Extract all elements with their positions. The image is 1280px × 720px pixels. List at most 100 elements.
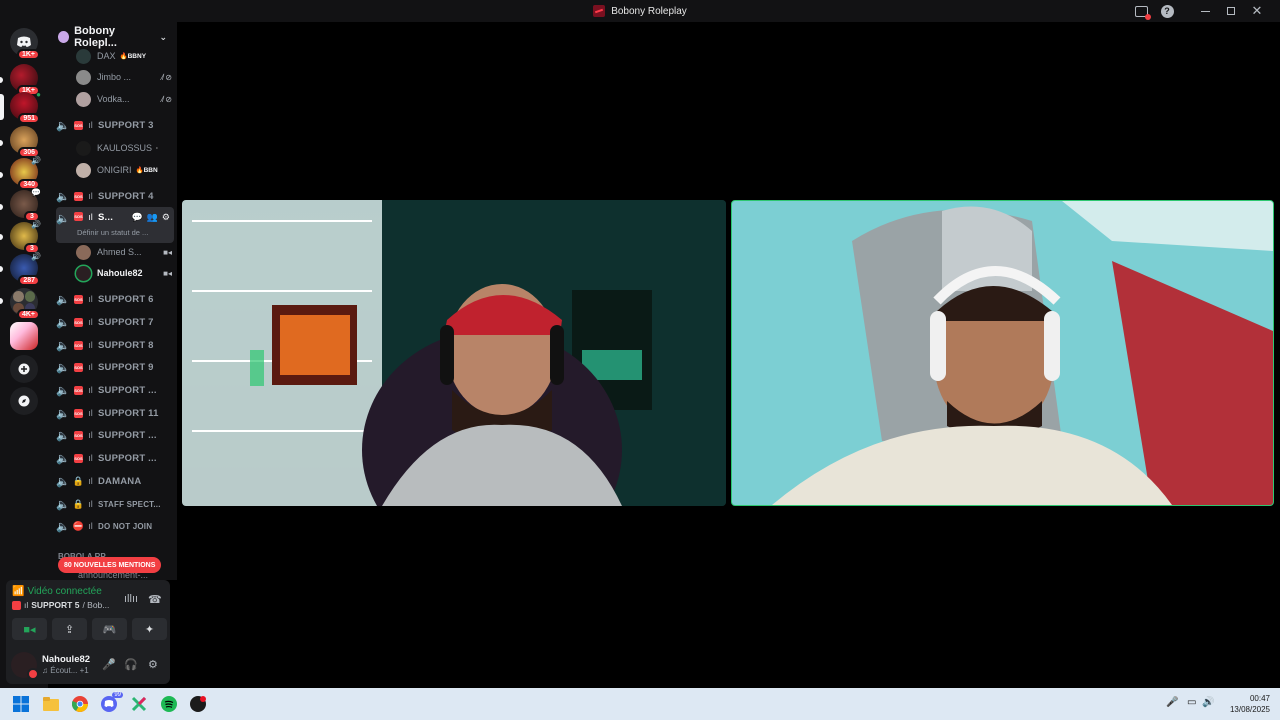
screen-share-icon: ⇪ — [64, 623, 75, 636]
voice-channel[interactable]: 🔈 🔒 ıl STAFF SPECT... — [56, 493, 174, 515]
server-icon[interactable]: 🔊 340 — [10, 156, 41, 190]
chrome-icon[interactable] — [72, 696, 88, 712]
discord-taskbar-icon[interactable]: 99 — [101, 692, 123, 712]
voice-channel[interactable]: 🔈 ⛔ ıl DO NOT JOIN — [56, 515, 174, 537]
guild-boost-icon — [58, 31, 70, 43]
discover-button[interactable] — [10, 387, 38, 415]
voice-channel-location[interactable]: ıl SUPPORT 5 / Bob... — [12, 600, 109, 610]
app-icon[interactable] — [190, 696, 206, 712]
speaker-icon: 🔈 — [56, 316, 70, 329]
maximize-button[interactable] — [1218, 0, 1244, 22]
clock[interactable]: 00:47 13/08/2025 — [1230, 693, 1270, 715]
sos-icon: SOS — [74, 430, 83, 440]
video-stage — [177, 22, 1280, 688]
noise-suppression-icon[interactable]: ıllıı — [124, 593, 138, 605]
video-icon: ■◂ — [163, 247, 172, 257]
gear-icon[interactable]: ⚙ — [162, 212, 170, 223]
speaker-icon: 🔈 — [56, 475, 70, 488]
voice-user[interactable]: DAX 🔥BBNY — [76, 46, 172, 66]
app-icon[interactable] — [131, 696, 147, 712]
lock-icon: 🔒 — [72, 498, 85, 509]
voice-user-self[interactable]: Nahoule82 ■◂ — [76, 263, 172, 283]
close-button[interactable]: ✕ — [1244, 0, 1270, 22]
sos-icon: SOS — [74, 120, 83, 130]
username[interactable]: Nahoule82 — [42, 654, 90, 665]
unread-badge: 4K+ — [16, 309, 40, 320]
gear-icon[interactable]: ⚙ — [148, 658, 158, 671]
avatar — [76, 140, 91, 156]
video-tile[interactable] — [182, 200, 726, 506]
avatar — [76, 162, 91, 178]
server-icon[interactable]: 1K+ — [10, 64, 40, 96]
soundboard-button[interactable]: ✦ — [132, 618, 167, 640]
speaker-icon: 🔈 — [56, 213, 70, 225]
screen-share-button[interactable]: ⇪ — [52, 618, 87, 640]
new-mentions-pill[interactable]: 80 NOUVELLES MENTIONS — [58, 557, 162, 573]
voice-user[interactable]: Ahmed S... ■◂ — [76, 242, 172, 262]
disconnect-icon[interactable]: ☎ — [148, 593, 162, 606]
activities-button[interactable]: 🎮 — [92, 618, 127, 640]
windows-taskbar: 99 🎤 ▭ 🔊 00:47 13/08/2025 — [0, 688, 1280, 720]
sos-icon: SOS — [74, 362, 83, 372]
voice-channel[interactable]: 🔈 SOS ıl SUPPORT 3 — [56, 114, 174, 136]
direct-messages-button[interactable]: 1K+ — [10, 28, 40, 60]
gamepad-icon: 🎮 — [102, 623, 117, 636]
server-folder[interactable]: 4K+ — [10, 288, 40, 320]
volume-tray-icon[interactable]: 🔊 — [1202, 697, 1214, 708]
voice-user[interactable]: Jimbo ... ⁄̸ ⊘ — [76, 67, 172, 87]
microphone-tray-icon[interactable]: 🎤 — [1166, 697, 1178, 708]
voice-channel[interactable]: 🔈 SOS ıl SUPPORT 4 — [56, 185, 174, 207]
video-feed — [732, 201, 1273, 505]
server-icon[interactable]: 306 — [10, 126, 40, 158]
voice-channel[interactable]: 🔈 SOS ıl SUPPORT 11 — [56, 402, 174, 424]
headphones-icon[interactable]: 🎧 — [124, 658, 138, 671]
voice-status[interactable]: 📶 Vidéo connectée — [12, 586, 102, 597]
voice-channel[interactable]: 🔈 SOS ıl SUPPORT ... — [56, 379, 174, 401]
speaker-icon: 🔈 — [56, 190, 70, 203]
discord-icon — [17, 36, 31, 47]
sos-icon: SOS — [74, 340, 83, 350]
microphone-icon[interactable]: 🎤 — [102, 658, 116, 671]
avatar — [76, 48, 91, 64]
server-icon-bobony[interactable]: ● 951 — [10, 90, 41, 124]
voice-channel[interactable]: 🔈 SOS ıl SUPPORT 8 — [56, 334, 174, 356]
inbox-icon[interactable] — [1128, 0, 1154, 22]
display-tray-icon[interactable]: ▭ — [1187, 697, 1196, 708]
server-icon[interactable] — [10, 322, 38, 350]
file-explorer-icon[interactable] — [43, 696, 59, 712]
avatar[interactable] — [11, 652, 39, 680]
sos-icon: SOS — [74, 191, 83, 201]
camera-button[interactable]: ■◂ — [12, 618, 47, 640]
channel-sidebar: Bobony Rolepl... ⌄ DAX 🔥BBNY Jimbo ... ⁄… — [48, 22, 177, 580]
invite-icon[interactable]: 👥 — [147, 212, 158, 223]
spotify-icon[interactable] — [161, 696, 177, 712]
voice-channel[interactable]: 🔈 SOS ıl SUPPORT 6 — [56, 288, 174, 310]
voice-user[interactable]: ONIGIRI 🔥BBN — [76, 160, 172, 180]
speaker-icon: 🔈 — [56, 119, 70, 132]
sos-icon: SOS — [74, 212, 83, 221]
server-icon[interactable]: 🔊 287 — [10, 252, 41, 286]
set-status-prompt[interactable]: Définir un statut de ... — [77, 228, 148, 237]
voice-channel[interactable]: 🔈 SOS ıl SUPPORT 7 — [56, 311, 174, 333]
voice-channel-connected[interactable]: 🔈 SOS ıl S... Définir un statut de ... 💬… — [56, 207, 174, 243]
add-server-button[interactable] — [10, 355, 38, 383]
help-icon[interactable]: ? — [1154, 0, 1180, 22]
voice-connection-panel: 📶 Vidéo connectée ıl SUPPORT 5 / Bob... … — [6, 580, 170, 646]
lock-icon: 🔒 — [72, 475, 85, 486]
server-icon[interactable]: 🔊 3 — [10, 220, 41, 254]
voice-channel[interactable]: 🔈 SOS ıl SUPPORT 9 — [56, 356, 174, 378]
voice-channel[interactable]: 🔈 SOS ıl SUPPORT ... — [56, 447, 174, 469]
voice-user[interactable]: KAULOSSUS · — [76, 138, 172, 158]
speaker-icon: 🔈 — [56, 452, 70, 465]
windows-icon — [13, 696, 29, 712]
start-button[interactable] — [13, 696, 29, 712]
voice-channel[interactable]: 🔈 🔒 ıl DAMANA — [56, 470, 174, 492]
minimize-button[interactable] — [1192, 0, 1218, 22]
chat-icon[interactable]: 💬 — [131, 212, 142, 223]
user-status: ♫ Écout... +1 — [42, 666, 89, 675]
voice-channel[interactable]: 🔈 SOS ıl SUPPORT ... — [56, 424, 174, 446]
server-icon[interactable]: 💬 3 — [10, 188, 41, 222]
chevron-down-icon: ⌄ — [159, 31, 167, 42]
voice-user[interactable]: Vodka... ⁄̸ ⊘ — [76, 89, 172, 109]
video-tile-speaking[interactable] — [731, 200, 1274, 506]
